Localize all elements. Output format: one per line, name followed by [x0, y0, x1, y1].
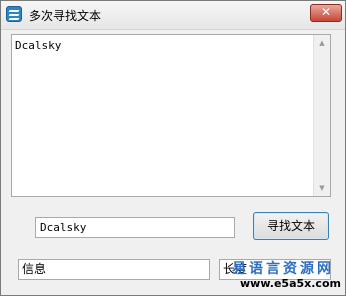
window-title: 多次寻找文本 — [29, 9, 102, 23]
app-icon — [6, 6, 22, 22]
scroll-down-arrow-icon[interactable]: ▼ — [314, 180, 330, 196]
main-window: 多次寻找文本 ✕ Dcalsky ▲ ▼ Dcalsky 寻找文本 信息 长度 — [0, 0, 346, 296]
text-area[interactable]: Dcalsky ▲ ▼ — [11, 34, 331, 197]
title-bar[interactable]: 多次寻找文本 ✕ — [1, 1, 345, 30]
vertical-scrollbar[interactable]: ▲ ▼ — [313, 35, 330, 196]
find-text-button[interactable]: 寻找文本 — [253, 212, 329, 240]
length-field[interactable]: 长度 — [219, 259, 331, 280]
close-button[interactable]: ✕ — [310, 4, 342, 22]
info-field[interactable]: 信息 — [18, 259, 210, 280]
search-input[interactable]: Dcalsky — [35, 217, 235, 238]
scroll-up-arrow-icon[interactable]: ▲ — [314, 35, 330, 51]
text-area-content: Dcalsky — [15, 39, 62, 52]
